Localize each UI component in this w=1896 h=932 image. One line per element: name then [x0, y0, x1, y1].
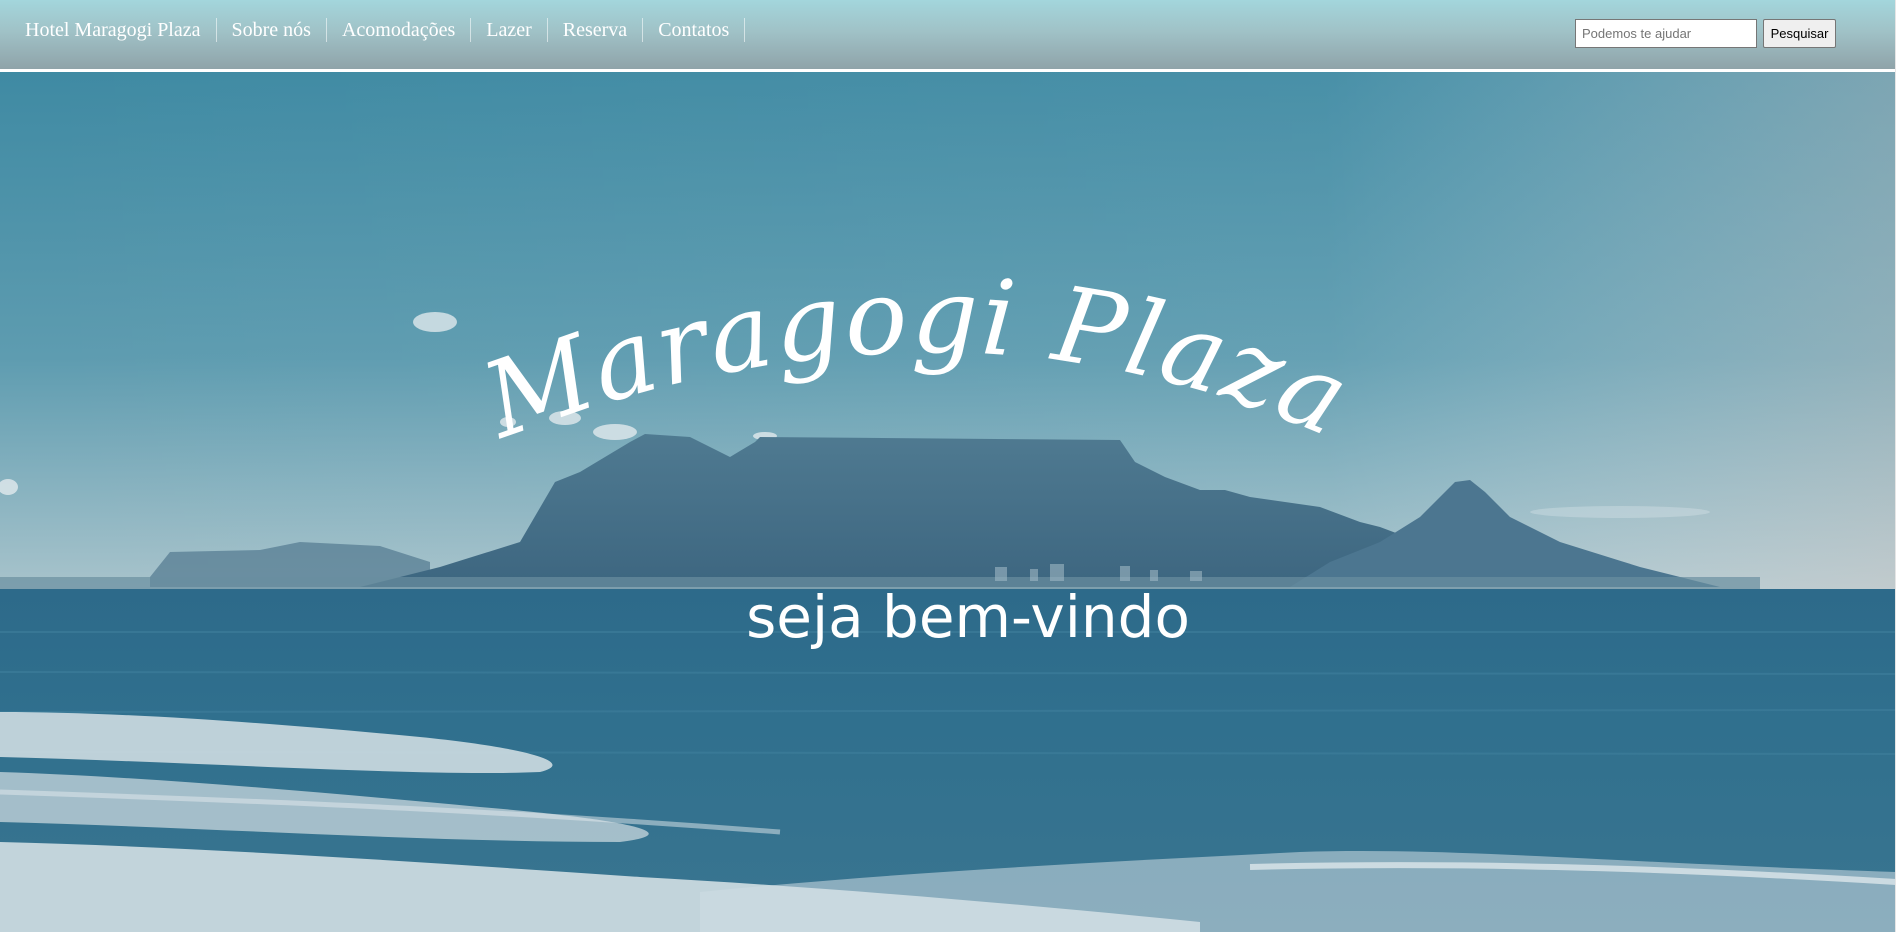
- nav-item-acomodacoes[interactable]: Acomodações: [327, 18, 472, 42]
- nav-item-sobre-nos[interactable]: Sobre nós: [217, 18, 327, 42]
- top-navbar: Hotel Maragogi Plaza Sobre nós Acomodaçõ…: [0, 0, 1896, 69]
- hero-subtitle: seja bem-vindo: [746, 583, 1190, 651]
- nav-item-reserva[interactable]: Reserva: [548, 18, 644, 42]
- search-button[interactable]: Pesquisar: [1763, 19, 1836, 48]
- hero-banner: Maragogi Plaza seja bem-vindo: [0, 72, 1896, 932]
- nav-item-contatos[interactable]: Contatos: [643, 18, 746, 42]
- nav-item-lazer[interactable]: Lazer: [471, 18, 548, 42]
- nav-item-hotel-maragogi-plaza[interactable]: Hotel Maragogi Plaza: [10, 18, 217, 42]
- nav-menu: Hotel Maragogi Plaza Sobre nós Acomodaçõ…: [10, 18, 746, 42]
- search-input[interactable]: [1575, 19, 1757, 48]
- hero-background-image: Maragogi Plaza seja bem-vindo: [0, 72, 1896, 932]
- page: Hotel Maragogi Plaza Sobre nós Acomodaçõ…: [0, 0, 1896, 932]
